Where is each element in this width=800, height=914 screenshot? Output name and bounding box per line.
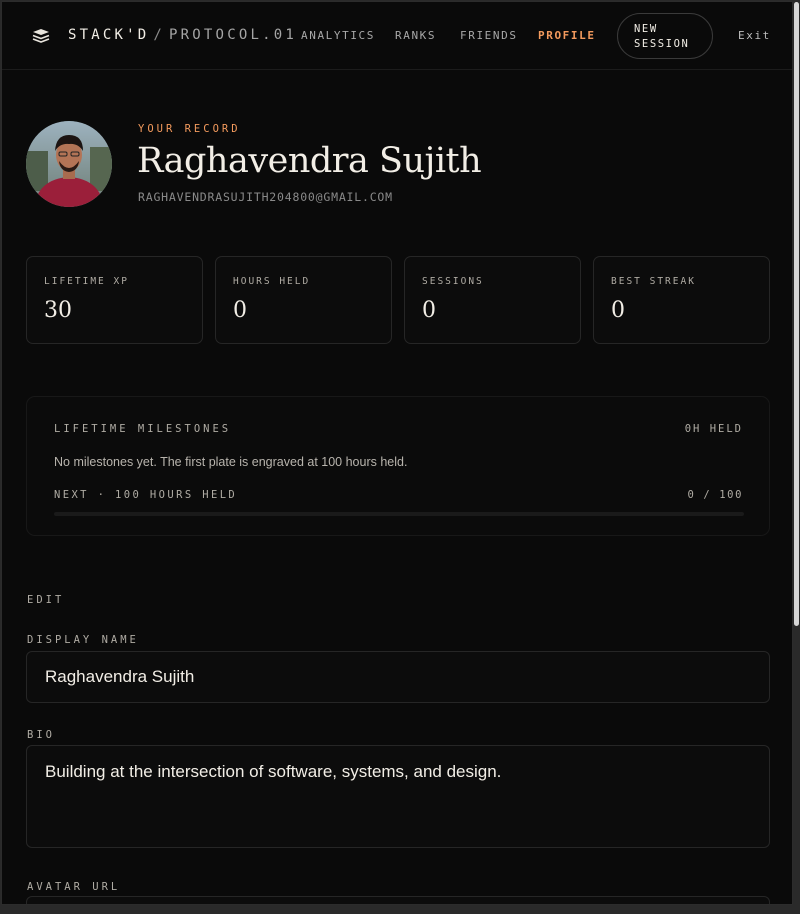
display-name-label: DISPLAY NAME [27, 634, 139, 646]
avatar-photo-icon [26, 121, 112, 207]
stat-label: HOURS HELD [233, 276, 311, 287]
milestone-progress-bar [54, 512, 744, 516]
top-navigation-bar: STACK'D / PROTOCOL.01 ANALYTICS RANKS FRIE… [2, 2, 792, 70]
new-session-label-line1: NEW [634, 23, 658, 35]
stat-label: SESSIONS [422, 276, 484, 287]
brand-name: STACK'D [68, 27, 150, 43]
milestones-message: No milestones yet. The first plate is en… [54, 455, 408, 469]
stat-card-best-streak: BEST STREAK 0 [593, 256, 770, 344]
stat-card-hours-held: HOURS HELD 0 [215, 256, 392, 344]
stat-value: 0 [422, 298, 436, 323]
new-session-button[interactable]: NEW SESSION [617, 13, 713, 59]
nav-friends[interactable]: FRIENDS [460, 29, 518, 42]
stat-label: BEST STREAK [611, 276, 696, 287]
bio-textarea[interactable]: Building at the intersection of software… [26, 745, 770, 848]
brand-wordmark[interactable]: STACK'D / PROTOCOL.01 [68, 27, 297, 43]
milestone-progress-count: 0 / 100 [687, 489, 743, 501]
next-milestone-label: NEXT · 100 HOURS HELD [54, 489, 238, 501]
brand-separator: / [153, 27, 166, 43]
avatar-url-label: AVATAR URL [27, 881, 121, 893]
your-record-label: YOUR RECORD [138, 123, 241, 135]
app-window: STACK'D / PROTOCOL.01 ANALYTICS RANKS FRIE… [1, 1, 793, 905]
nav-ranks[interactable]: RANKS [395, 29, 436, 42]
stat-card-lifetime-xp: LIFETIME XP 30 [26, 256, 203, 344]
page-scrollbar[interactable] [794, 2, 799, 626]
stat-value: 0 [233, 298, 247, 323]
new-session-label-line2: SESSION [634, 38, 690, 50]
exit-button[interactable]: Exit [738, 29, 771, 42]
stat-label: LIFETIME XP [44, 276, 129, 287]
avatar [26, 121, 112, 207]
bio-label: BIO [27, 729, 55, 741]
nav-analytics[interactable]: ANALYTICS [301, 29, 375, 42]
profile-email: RAGHAVENDRASUJITH204800@GMAIL.COM [138, 190, 393, 204]
lifetime-milestones-panel: LIFETIME MILESTONES 0H HELD No milestone… [26, 396, 770, 536]
milestones-hours-held: 0H HELD [684, 423, 743, 435]
stack-logo-icon[interactable] [32, 28, 50, 44]
edit-section-label: EDIT [27, 594, 65, 606]
milestones-title: LIFETIME MILESTONES [54, 423, 232, 435]
profile-name: Raghavendra Sujith [137, 141, 482, 181]
brand-protocol: PROTOCOL.01 [169, 27, 297, 43]
nav-profile[interactable]: PROFILE [538, 29, 596, 42]
stat-value: 0 [611, 298, 625, 323]
display-name-input[interactable] [26, 651, 770, 703]
stat-card-sessions: SESSIONS 0 [404, 256, 581, 344]
stat-value: 30 [44, 298, 72, 323]
avatar-url-input[interactable] [26, 896, 770, 904]
